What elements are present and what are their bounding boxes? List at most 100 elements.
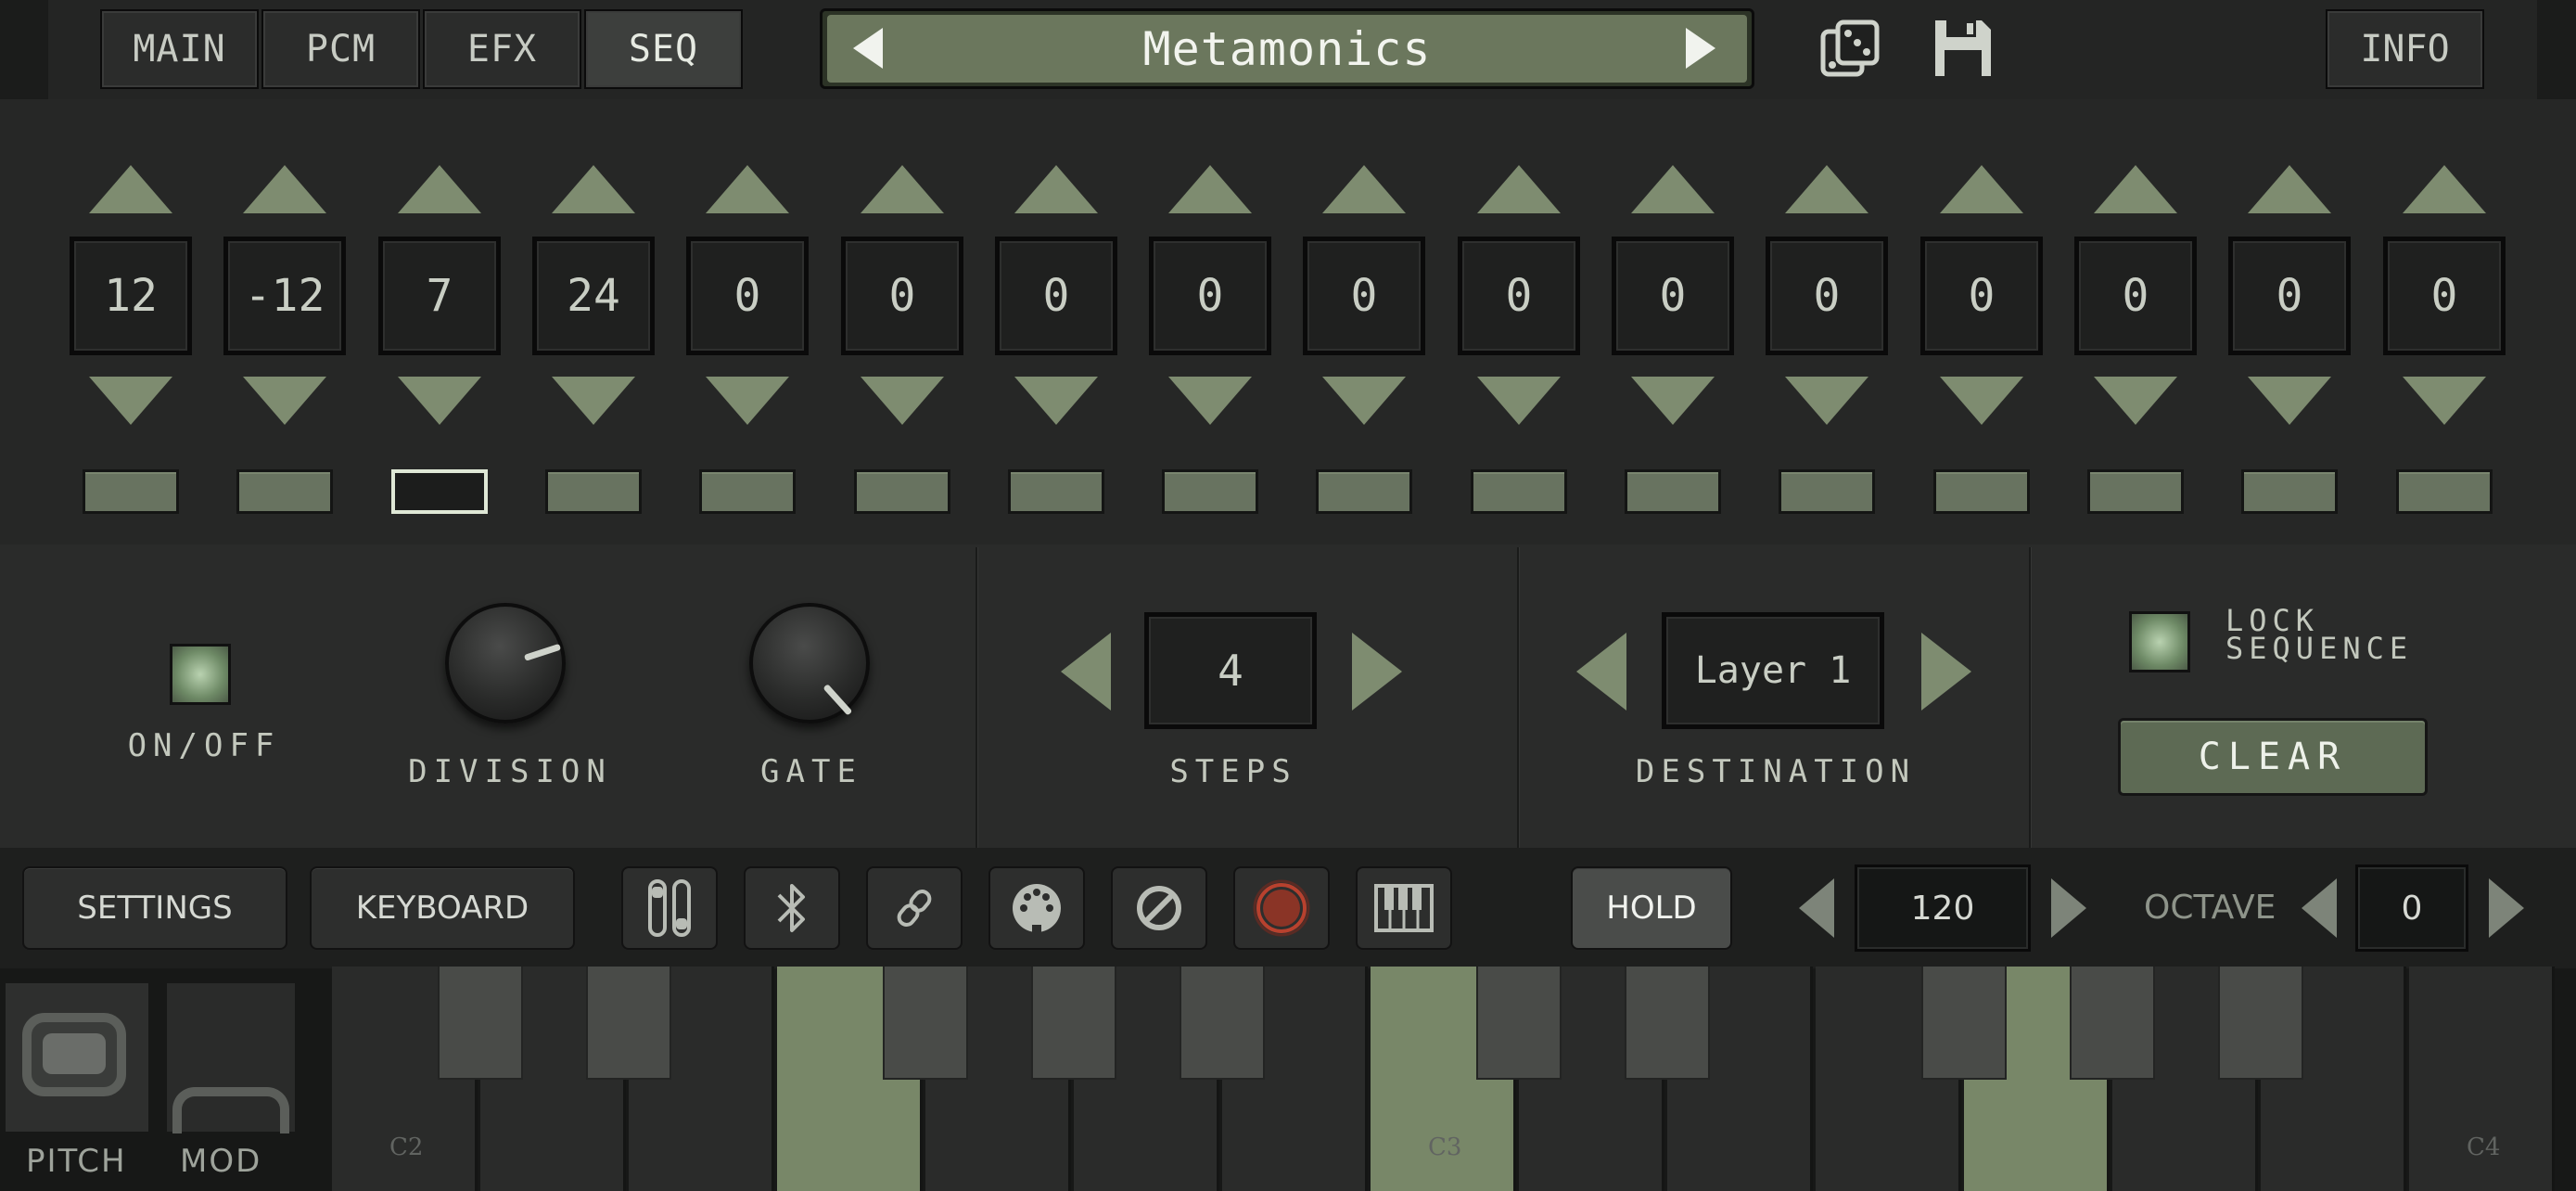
black-key[interactable] (883, 967, 968, 1080)
step-5-led[interactable] (699, 469, 796, 514)
step-4-down-icon[interactable] (552, 377, 635, 425)
divider (976, 547, 977, 848)
tab-seq[interactable]: SEQ (584, 9, 743, 89)
step-5-down-icon[interactable] (706, 377, 789, 425)
tab-pcm[interactable]: PCM (261, 9, 420, 89)
octave-label: OCTAVE (2144, 889, 2276, 927)
step-16-down-icon[interactable] (2403, 377, 2486, 425)
step-14-down-icon[interactable] (2094, 377, 2177, 425)
step-8-value: 0 (1149, 237, 1271, 355)
step-12-down-icon[interactable] (1785, 377, 1868, 425)
step-6-led[interactable] (854, 469, 950, 514)
step-13-down-icon[interactable] (1940, 377, 2023, 425)
step-6-down-icon[interactable] (861, 377, 944, 425)
step-3-up-icon[interactable] (398, 165, 481, 213)
preset-prev-icon[interactable] (853, 28, 883, 69)
bluetooth-button[interactable] (744, 866, 840, 950)
step-5-up-icon[interactable] (706, 165, 789, 213)
step-16-led[interactable] (2396, 469, 2493, 514)
tab-main[interactable]: MAIN (100, 9, 259, 89)
step-10-down-icon[interactable] (1477, 377, 1561, 425)
onoff-toggle[interactable] (170, 644, 231, 705)
step-3-down-icon[interactable] (398, 377, 481, 425)
step-9-led[interactable] (1316, 469, 1412, 514)
octave-increase-icon[interactable] (2489, 878, 2524, 938)
record-button[interactable] (1233, 866, 1330, 950)
tempo-increase-icon[interactable] (2051, 878, 2086, 938)
step-4-led[interactable] (545, 469, 642, 514)
octave-decrease-icon[interactable] (2302, 878, 2337, 938)
step-8-led[interactable] (1162, 469, 1258, 514)
step-15-down-icon[interactable] (2248, 377, 2331, 425)
step-10-up-icon[interactable] (1477, 165, 1561, 213)
tab-efx[interactable]: EFX (423, 9, 581, 89)
step-1-down-icon[interactable] (89, 377, 172, 425)
step-4-up-icon[interactable] (552, 165, 635, 213)
tempo-decrease-icon[interactable] (1799, 878, 1834, 938)
destination-label: DESTINATION (1635, 753, 1917, 790)
black-key[interactable] (1031, 967, 1116, 1080)
step-13-up-icon[interactable] (1940, 165, 2023, 213)
step-7-down-icon[interactable] (1014, 377, 1098, 425)
step-2-led[interactable] (236, 469, 333, 514)
panic-button[interactable] (1111, 866, 1207, 950)
step-12-up-icon[interactable] (1785, 165, 1868, 213)
step-11-down-icon[interactable] (1631, 377, 1715, 425)
midi-button[interactable] (988, 866, 1085, 950)
step-8-up-icon[interactable] (1168, 165, 1252, 213)
tempo-value: 120 (1855, 864, 2031, 952)
step-15-up-icon[interactable] (2248, 165, 2331, 213)
destination-next-icon[interactable] (1921, 633, 1971, 711)
step-6-up-icon[interactable] (861, 165, 944, 213)
block-icon (1137, 886, 1181, 930)
step-11-up-icon[interactable] (1631, 165, 1715, 213)
step-15-led[interactable] (2241, 469, 2338, 514)
black-key[interactable] (1476, 967, 1562, 1080)
step-16-up-icon[interactable] (2403, 165, 2486, 213)
division-knob[interactable] (445, 603, 566, 724)
steps-increase-icon[interactable] (1352, 633, 1402, 711)
mod-wheel-thumb[interactable] (172, 1087, 289, 1133)
octave-key-label: C2 (389, 1133, 424, 1161)
lock-sequence-toggle[interactable] (2129, 611, 2190, 672)
link-button[interactable] (866, 866, 963, 950)
preset-next-icon[interactable] (1686, 28, 1715, 69)
black-key[interactable] (1921, 967, 2007, 1080)
steps-decrease-icon[interactable] (1061, 633, 1111, 711)
step-11-led[interactable] (1625, 469, 1721, 514)
settings-button[interactable]: SETTINGS (22, 866, 287, 950)
black-key[interactable] (1625, 967, 1710, 1080)
save-icon[interactable] (1933, 19, 1993, 78)
step-3-led[interactable] (391, 469, 488, 514)
destination-prev-icon[interactable] (1576, 633, 1626, 711)
step-1-led[interactable] (83, 469, 179, 514)
mixer-button[interactable] (621, 866, 718, 950)
step-7-led[interactable] (1008, 469, 1104, 514)
clear-button[interactable]: CLEAR (2118, 718, 2428, 796)
step-7-up-icon[interactable] (1014, 165, 1098, 213)
black-key[interactable] (2218, 967, 2303, 1080)
step-1-up-icon[interactable] (89, 165, 172, 213)
step-9-up-icon[interactable] (1322, 165, 1406, 213)
step-14-led[interactable] (2087, 469, 2184, 514)
step-2-down-icon[interactable] (243, 377, 326, 425)
step-12-led[interactable] (1779, 469, 1875, 514)
step-14-up-icon[interactable] (2094, 165, 2177, 213)
step-13-led[interactable] (1933, 469, 2030, 514)
gate-knob[interactable] (749, 603, 870, 724)
step-10-led[interactable] (1471, 469, 1567, 514)
black-key[interactable] (586, 967, 671, 1080)
black-key[interactable] (438, 967, 523, 1080)
step-2-up-icon[interactable] (243, 165, 326, 213)
black-key[interactable] (1180, 967, 1265, 1080)
division-label: DIVISION (408, 753, 612, 790)
dice-icon[interactable] (1819, 19, 1881, 80)
info-button[interactable]: INFO (2326, 9, 2484, 89)
preset-name[interactable]: Metamonics (827, 15, 1747, 83)
black-key[interactable] (2070, 967, 2155, 1080)
keyboard-button[interactable]: KEYBOARD (310, 866, 575, 950)
hold-button[interactable]: HOLD (1571, 866, 1732, 950)
step-9-down-icon[interactable] (1322, 377, 1406, 425)
piano-button[interactable] (1356, 866, 1452, 950)
step-8-down-icon[interactable] (1168, 377, 1252, 425)
